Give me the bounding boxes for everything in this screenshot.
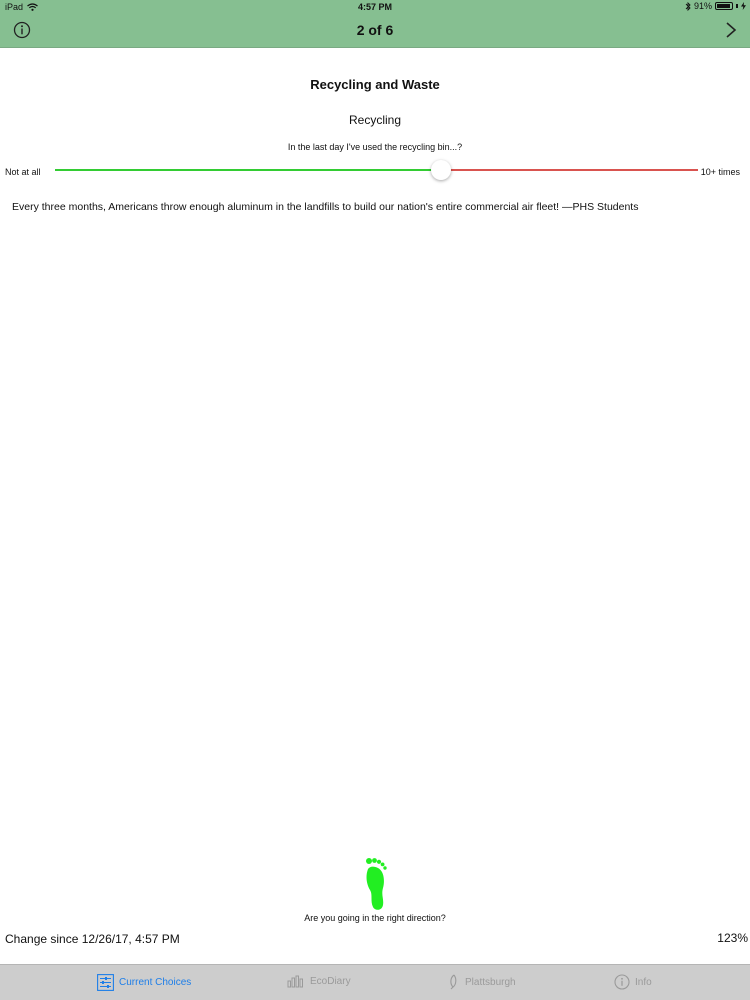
bar-chart-icon	[287, 975, 303, 988]
status-bar: iPad 4:57 PM 91%	[0, 0, 750, 14]
slider-track-filled[interactable]	[55, 169, 441, 171]
charging-icon	[741, 2, 746, 10]
slider-min-label: Not at all	[5, 167, 41, 177]
change-since-label: Change since 12/26/17, 4:57 PM	[5, 932, 180, 946]
recycling-slider[interactable]	[55, 160, 698, 180]
sliders-icon	[97, 974, 114, 991]
question-text: In the last day I've used the recycling …	[287, 142, 463, 152]
tab-plattsburgh[interactable]: Plattsburgh	[448, 974, 516, 990]
footprint-icon	[366, 858, 387, 910]
slider-track-remaining[interactable]	[440, 169, 698, 171]
tab-info[interactable]: Info	[614, 974, 652, 990]
leaf-icon	[450, 974, 457, 990]
slider-thumb[interactable]	[430, 160, 451, 180]
slider-max-label: 10+ times	[700, 167, 740, 177]
tab-label: EcoDiary	[310, 975, 351, 987]
chevron-right-icon[interactable]	[724, 21, 738, 39]
battery-icon	[715, 2, 733, 10]
tab-ecodiary[interactable]: EcoDiary	[287, 974, 351, 988]
change-percent: 123%	[717, 931, 748, 945]
section-subtitle: Recycling	[348, 113, 402, 127]
status-right: 91%	[685, 1, 746, 11]
tab-bar: Current Choices EcoDiary Plattsburgh Inf…	[0, 964, 750, 1000]
status-time: 4:57 PM	[357, 2, 392, 12]
tab-label: Info	[635, 976, 652, 988]
page-indicator: 2 of 6	[356, 22, 394, 38]
tab-label: Current Choices	[119, 977, 192, 988]
tab-current-choices[interactable]: Current Choices	[97, 974, 191, 991]
section-title: Recycling and Waste	[310, 77, 440, 92]
bluetooth-icon	[685, 1, 691, 11]
battery-percent: 91%	[693, 1, 712, 11]
fact-text: Every three months, Americans throw enou…	[12, 201, 639, 213]
info-icon	[614, 974, 630, 990]
tab-label: Plattsburgh	[465, 976, 516, 988]
battery-tip	[736, 4, 738, 8]
nav-bar: 2 of 6	[0, 14, 750, 48]
direction-prompt: Are you going in the right direction?	[304, 913, 446, 923]
